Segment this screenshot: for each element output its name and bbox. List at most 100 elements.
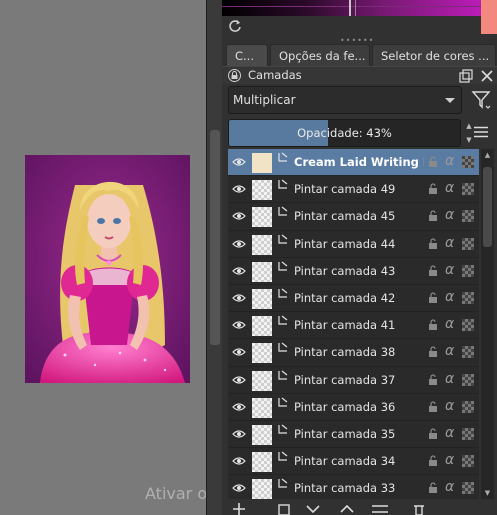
alpha-lock-icon[interactable]: α — [445, 289, 454, 305]
canvas-area[interactable]: Ativar o Windows — [0, 0, 284, 515]
layer-properties-icon[interactable] — [372, 503, 388, 515]
lock-icon[interactable] — [228, 69, 241, 82]
layer-lock-icon[interactable] — [428, 183, 438, 195]
scroll-down-icon[interactable]: ▼ — [481, 487, 494, 499]
hamburger-menu-icon[interactable] — [474, 126, 488, 138]
layer-lock-icon[interactable] — [428, 319, 438, 331]
eye-icon[interactable] — [232, 211, 246, 221]
eye-icon[interactable] — [232, 184, 246, 194]
alpha-lock-icon[interactable]: α — [445, 207, 454, 223]
filter-icon[interactable] — [471, 89, 491, 111]
alpha-lock-icon[interactable]: α — [445, 153, 454, 169]
eye-icon[interactable] — [232, 157, 246, 167]
alpha-lock-icon[interactable]: α — [445, 452, 454, 468]
layer-row[interactable]: Pintar camada 41 α — [228, 312, 479, 340]
tab-seletor-de-cores[interactable]: Seletor de cores ... — [372, 44, 496, 66]
layer-thumbnail — [252, 207, 272, 228]
eye-icon[interactable] — [232, 429, 246, 439]
layer-row[interactable]: Pintar camada 38 α — [228, 339, 479, 367]
inherit-alpha-icon[interactable] — [462, 291, 474, 304]
move-up-icon[interactable] — [340, 503, 354, 515]
inherit-alpha-icon[interactable] — [462, 346, 474, 359]
layer-thumbnail — [252, 424, 272, 445]
inherit-alpha-icon[interactable] — [462, 210, 474, 223]
alpha-lock-icon[interactable]: α — [445, 180, 454, 196]
eye-icon[interactable] — [232, 483, 246, 493]
eye-icon[interactable] — [232, 402, 246, 412]
clip-icon — [278, 152, 288, 162]
inherit-alpha-icon[interactable] — [462, 156, 474, 168]
alpha-lock-icon[interactable]: α — [445, 343, 454, 359]
canvas-scrollbar[interactable] — [206, 0, 222, 515]
alpha-lock-icon[interactable]: α — [445, 371, 454, 387]
close-icon[interactable] — [480, 69, 494, 83]
layer-row[interactable]: Pintar camada 33 α — [228, 475, 479, 499]
eye-icon[interactable] — [232, 375, 246, 385]
layer-row[interactable]: Pintar camada 36 α — [228, 394, 479, 421]
layer-lock-icon[interactable] — [428, 156, 438, 168]
alpha-lock-icon[interactable]: α — [445, 235, 454, 251]
inherit-alpha-icon[interactable] — [462, 237, 474, 250]
layer-row[interactable]: Pintar camada 45 α — [228, 203, 479, 231]
layer-row[interactable]: Pintar camada 44 α — [228, 231, 479, 258]
eye-icon[interactable] — [232, 266, 246, 276]
refresh-icon[interactable] — [228, 19, 242, 33]
layer-name: Pintar camada 49 — [294, 182, 396, 197]
scroll-up-icon[interactable]: ▲ — [481, 149, 494, 161]
layer-lock-icon[interactable] — [428, 265, 438, 277]
layer-lock-icon[interactable] — [428, 237, 438, 250]
canvas-scrollbar-thumb[interactable] — [210, 130, 220, 345]
layer-row[interactable]: Cream Laid Writing Pa... α — [228, 149, 479, 177]
layer-lock-icon[interactable] — [428, 373, 438, 386]
inherit-alpha-icon[interactable] — [462, 183, 474, 196]
layer-lock-icon[interactable] — [428, 455, 438, 467]
eye-icon[interactable] — [232, 293, 246, 303]
layer-row[interactable]: Pintar camada 49 α — [228, 176, 479, 204]
inherit-alpha-icon[interactable] — [462, 400, 474, 413]
alpha-lock-icon[interactable]: α — [445, 262, 454, 278]
eye-icon[interactable] — [232, 456, 246, 466]
artwork-canvas[interactable] — [25, 155, 190, 383]
add-layer-icon[interactable] — [232, 503, 246, 515]
blending-mode-value: Multiplicar — [233, 93, 296, 107]
layer-row[interactable]: Pintar camada 35 α — [228, 421, 479, 449]
color-gradient-strip[interactable] — [222, 0, 497, 16]
duplicate-layer-icon[interactable] — [277, 503, 291, 515]
inherit-alpha-icon[interactable] — [462, 264, 474, 277]
current-color-swatch[interactable] — [481, 0, 497, 34]
float-panel-icon[interactable] — [459, 69, 473, 83]
alpha-lock-icon[interactable]: α — [445, 316, 454, 332]
inherit-alpha-icon[interactable] — [462, 482, 474, 495]
layer-row[interactable]: Pintar camada 42 α — [228, 285, 479, 313]
layer-lock-icon[interactable] — [428, 346, 438, 358]
alpha-lock-icon[interactable]: α — [445, 479, 454, 495]
eye-icon[interactable] — [232, 239, 246, 249]
color-strip-marker-secondary[interactable] — [355, 0, 356, 16]
blending-mode-select[interactable]: Multiplicar — [228, 86, 462, 114]
color-strip-marker[interactable] — [349, 0, 351, 16]
layer-lock-icon[interactable] — [428, 428, 438, 440]
inherit-alpha-icon[interactable] — [462, 427, 474, 440]
eye-icon[interactable] — [232, 320, 246, 330]
opacity-slider[interactable]: Opacidade: 43% — [228, 119, 461, 147]
alpha-lock-icon[interactable]: α — [445, 425, 454, 441]
layer-lock-icon[interactable] — [428, 210, 438, 222]
panel-title: Camadas — [248, 68, 302, 82]
layer-list-scrollbar-thumb[interactable] — [483, 167, 492, 247]
layer-list-scrollbar[interactable]: ▲ ▼ — [481, 149, 494, 499]
layer-lock-icon[interactable] — [428, 401, 438, 413]
inherit-alpha-icon[interactable] — [462, 455, 474, 468]
layer-row[interactable]: Pintar camada 43 α — [228, 258, 479, 285]
tab-opcoes[interactable]: Opções da fe... — [270, 44, 370, 66]
alpha-lock-icon[interactable]: α — [445, 398, 454, 414]
layer-lock-icon[interactable] — [428, 482, 438, 494]
delete-layer-icon[interactable] — [412, 503, 426, 515]
layer-row[interactable]: Pintar camada 34 α — [228, 448, 479, 476]
tab-c[interactable]: C... — [226, 44, 268, 66]
inherit-alpha-icon[interactable] — [462, 319, 474, 332]
inherit-alpha-icon[interactable] — [462, 373, 474, 386]
eye-icon[interactable] — [232, 347, 246, 357]
layer-row[interactable]: Pintar camada 37 α — [228, 367, 479, 394]
move-down-icon[interactable] — [306, 503, 320, 515]
layer-lock-icon[interactable] — [428, 292, 438, 304]
